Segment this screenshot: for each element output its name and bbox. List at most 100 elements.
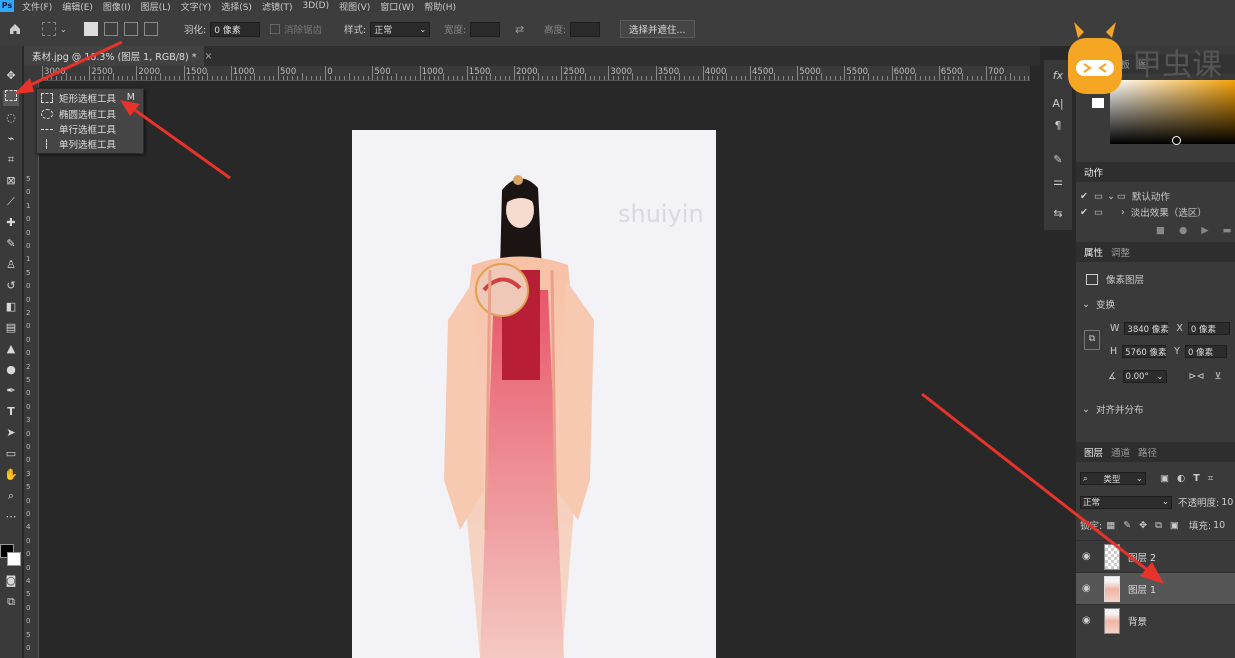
blur-tool-icon[interactable]: ▲ — [3, 341, 19, 357]
menu-file[interactable]: 文件(F) — [22, 0, 52, 13]
folder-icon[interactable]: ▬ — [1223, 225, 1232, 236]
subtract-selection-icon[interactable] — [124, 22, 138, 36]
tab-channels[interactable]: 通道 — [1111, 445, 1130, 459]
filter-pixel-icon[interactable]: ▣ — [1160, 473, 1169, 484]
lock-artboard-icon[interactable]: ⧉ — [1155, 520, 1162, 531]
flyout-elliptical-marquee[interactable]: 椭圆选框工具 — [41, 106, 139, 121]
menu-image[interactable]: 图像(I) — [103, 0, 131, 13]
antialias-checkbox[interactable] — [270, 24, 280, 34]
h-input[interactable]: 5760 像素 — [1122, 345, 1167, 358]
flyout-single-column-marquee[interactable]: 单列选框工具 — [41, 136, 139, 151]
w-input[interactable]: 3840 像素 — [1124, 322, 1169, 335]
more-tools-icon[interactable]: ⋯ — [3, 509, 19, 525]
width-input[interactable] — [470, 21, 501, 37]
action-set-row[interactable]: ✔ ▭ ⌄ ▭ 默认动作 — [1080, 189, 1170, 204]
flip-vertical-icon[interactable]: ⊻ — [1214, 371, 1221, 382]
color-picker-handle[interactable] — [1172, 136, 1181, 145]
zoom-tool-icon[interactable]: ⌕ — [3, 488, 19, 504]
gradient-tool-icon[interactable]: ▤ — [3, 320, 19, 336]
opacity-input[interactable]: 10 — [1221, 497, 1233, 508]
layer-filter-select[interactable]: ⌕ 类型 ⌄ — [1080, 472, 1146, 485]
stop-icon[interactable]: ■ — [1156, 225, 1165, 236]
screen-mode-icon[interactable]: ⧉ — [3, 594, 19, 610]
quick-mask-icon[interactable]: ◙ — [3, 573, 19, 589]
record-icon[interactable]: ● — [1179, 225, 1187, 236]
clone-source-icon[interactable]: ⇆ — [1050, 206, 1066, 222]
frame-tool-icon[interactable]: ⊠ — [3, 173, 19, 189]
history-brush-tool-icon[interactable]: ↺ — [3, 278, 19, 294]
filter-adjustment-icon[interactable]: ◐ — [1177, 473, 1185, 484]
type-tool-icon[interactable]: T — [3, 404, 19, 420]
flip-horizontal-icon[interactable]: ⊳⊲ — [1189, 371, 1205, 382]
eraser-tool-icon[interactable]: ◧ — [3, 299, 19, 315]
layer-row-background[interactable]: ◉ 背景 — [1076, 604, 1235, 636]
tab-layers[interactable]: 图层 — [1084, 445, 1103, 459]
brush-tool-icon[interactable]: ✎ — [3, 236, 19, 252]
move-tool-icon[interactable]: ✥ — [3, 68, 19, 84]
link-dimensions-icon[interactable]: ⧉ — [1084, 330, 1100, 350]
document-tab[interactable]: 素材.jpg @ 16.3% (图层 1, RGB/8) * × — [24, 46, 212, 66]
tab-properties[interactable]: 属性 — [1084, 245, 1103, 259]
brush-settings-icon[interactable]: ✎ — [1050, 152, 1066, 168]
tab-actions[interactable]: 动作 — [1084, 165, 1103, 179]
visibility-eye-icon[interactable]: ◉ — [1082, 551, 1094, 562]
transform-section-header[interactable]: ⌄ 变换 — [1082, 297, 1115, 312]
clone-stamp-tool-icon[interactable]: ♙ — [3, 257, 19, 273]
menu-help[interactable]: 帮助(H) — [424, 0, 456, 13]
action-item-row[interactable]: ✔ ▭ › 淡出效果（选区） — [1080, 205, 1207, 220]
menu-select[interactable]: 选择(S) — [221, 0, 252, 13]
layer-row-layer-1[interactable]: ◉ 图层 1 — [1076, 572, 1235, 604]
home-icon[interactable] — [8, 20, 22, 38]
adjustments-icon[interactable]: ⚌ — [1050, 174, 1066, 190]
lasso-tool-icon[interactable]: ◌ — [3, 110, 19, 126]
menu-layer[interactable]: 图层(L) — [141, 0, 171, 13]
menu-type[interactable]: 文字(Y) — [181, 0, 212, 13]
blend-mode-select[interactable]: 正常 ⌄ — [1080, 495, 1172, 509]
height-input[interactable] — [570, 21, 601, 37]
menu-view[interactable]: 视图(V) — [339, 0, 370, 13]
hand-tool-icon[interactable]: ✋ — [3, 467, 19, 483]
menu-window[interactable]: 窗口(W) — [380, 0, 414, 13]
marquee-preset-icon[interactable]: ⌄ — [42, 20, 67, 38]
visibility-eye-icon[interactable]: ◉ — [1082, 615, 1094, 626]
x-input[interactable]: 0 像素 — [1187, 322, 1230, 335]
layer-row-layer-2[interactable]: ◉ 图层 2 — [1076, 540, 1235, 572]
pen-tool-icon[interactable]: ✒ — [3, 383, 19, 399]
visibility-eye-icon[interactable]: ◉ — [1082, 583, 1094, 594]
path-selection-tool-icon[interactable]: ➤ — [3, 425, 19, 441]
lock-transparent-icon[interactable]: ▦ — [1106, 520, 1115, 531]
paragraph-icon[interactable]: ¶ — [1050, 118, 1066, 134]
menu-edit[interactable]: 编辑(E) — [62, 0, 93, 13]
menu-filter[interactable]: 滤镜(T) — [262, 0, 293, 13]
rectangular-marquee-tool-icon[interactable] — [3, 90, 19, 106]
filter-type-icon[interactable]: T — [1193, 473, 1199, 484]
flyout-single-row-marquee[interactable]: 单行选框工具 — [41, 121, 139, 136]
dodge-tool-icon[interactable]: ● — [3, 362, 19, 378]
eyedropper-tool-icon[interactable]: ⟋ — [3, 194, 19, 210]
angle-input[interactable]: 0.00° ⌄ — [1122, 370, 1167, 383]
style-select[interactable]: 正常 ⌄ — [370, 21, 431, 37]
tab-paths[interactable]: 路径 — [1138, 445, 1157, 459]
select-and-mask-button[interactable]: 选择并遮住... — [620, 20, 695, 38]
close-tab-icon[interactable]: × — [204, 51, 212, 62]
tab-adjustments[interactable]: 调整 — [1111, 245, 1130, 259]
background-color-swatch[interactable] — [7, 552, 21, 566]
add-selection-icon[interactable] — [104, 22, 118, 36]
lock-all-icon[interactable]: ▣ — [1170, 520, 1179, 531]
y-input[interactable]: 0 像素 — [1184, 345, 1227, 358]
feather-input[interactable]: 0 像素 — [210, 21, 261, 37]
menu-3d[interactable]: 3D(D) — [302, 1, 329, 11]
document-canvas[interactable]: shuiyin — [352, 130, 716, 658]
filter-shape-icon[interactable]: ⌗ — [1208, 473, 1213, 484]
flyout-rect-marquee[interactable]: 矩形选框工具 M — [41, 90, 139, 105]
play-icon[interactable]: ▶ — [1201, 225, 1208, 236]
fill-input[interactable]: 10 — [1213, 520, 1225, 531]
healing-brush-tool-icon[interactable]: ✚ — [3, 215, 19, 231]
lock-position-icon[interactable]: ✥ — [1139, 520, 1147, 531]
swap-icon[interactable]: ⇄ — [515, 20, 524, 38]
align-section-header[interactable]: ⌄ 对齐并分布 — [1082, 402, 1143, 417]
new-selection-icon[interactable] — [84, 22, 98, 36]
lock-image-icon[interactable]: ✎ — [1123, 520, 1131, 531]
intersect-selection-icon[interactable] — [144, 22, 158, 36]
rectangle-tool-icon[interactable]: ▭ — [3, 446, 19, 462]
